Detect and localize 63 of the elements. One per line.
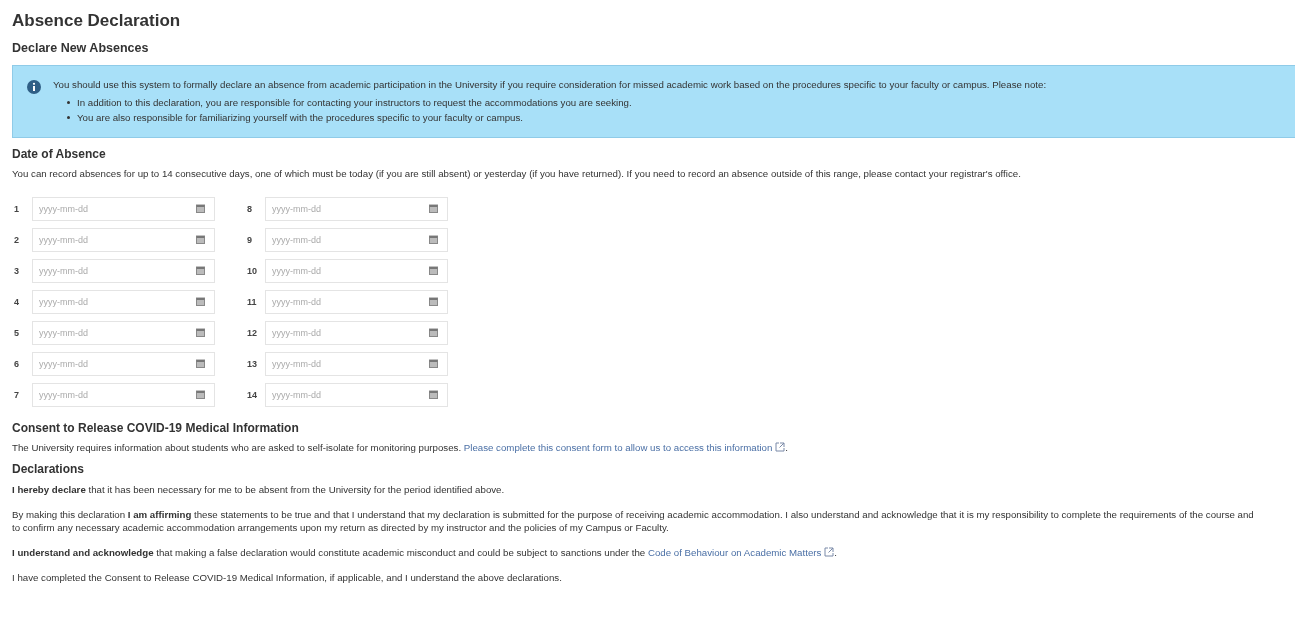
calendar-icon[interactable] [429,390,438,399]
consent-link[interactable]: Please complete this consent form to allow us to access this information [463,442,773,453]
row-number: 1 [14,204,20,214]
help-text: You can record absences for up to 14 consecutive days, one of which must be today (if you are still absent) or yesterday (if you have returned). If you need to record an absence outside of this range, please contact your registrar's office. [12,168,1022,179]
date-field[interactable]: yyyy-mm-dd [32,290,215,314]
section-heading: Declarations [12,462,86,476]
row-number: 4 [14,297,20,307]
calendar-icon[interactable] [429,266,438,275]
date-field[interactable]: yyyy-mm-dd [32,352,215,376]
bullet-icon [67,116,70,119]
date-field[interactable]: yyyy-mm-dd [265,383,448,407]
bullet-text: In addition to this declaration, you are responsible for contacting your instructors to request the accommodations you are seeking. [77,97,632,108]
date-field[interactable]: yyyy-mm-dd [32,197,215,221]
date-field[interactable]: yyyy-mm-dd [265,321,448,345]
date-field[interactable]: yyyy-mm-dd [265,259,448,283]
date-field[interactable]: yyyy-mm-dd [265,197,448,221]
date-field[interactable]: yyyy-mm-dd [265,290,448,314]
consent-text: The University requires information about students who are asked to self-isolate for monitoring purposes. Please complete this consent form to allow us to access this information . [12,442,789,453]
date-field[interactable]: yyyy-mm-dd [32,383,215,407]
section-heading: Consent to Release COVID-19 Medical Information [12,421,300,435]
row-number: 8 [247,204,253,214]
bullet-text: You are also responsible for familiarizing yourself with the procedures specific to your faculty or campus. [77,112,524,123]
date-field[interactable]: yyyy-mm-dd [32,228,215,252]
row-number: 9 [247,235,253,245]
row-number: 5 [14,328,20,338]
calendar-icon[interactable] [196,390,205,399]
info-text: You should use this system to formally declare an absence from academic participation in the University if you require consideration for missed academic work based on the procedures specific to your faculty or campus. Please note: [53,79,1047,90]
calendar-icon[interactable] [429,204,438,213]
calendar-icon[interactable] [429,328,438,337]
calendar-icon[interactable] [429,235,438,244]
bullet-icon [67,101,70,104]
row-number: 14 [247,390,258,400]
declaration-text: I hereby declare that it has been necessary for me to be absent from the University for the period identified above. [12,483,506,497]
declaration-text: I have completed the Consent to Release COVID-19 Medical Information, if applicable, and I understand the above declarations. [12,571,563,585]
calendar-icon[interactable] [196,235,205,244]
section-heading: Declare New Absences [12,41,150,55]
declaration-text: I understand and acknowledge that making a false declaration would constitute academic misconduct and could be subject to sanctions under the Code of Behaviour on Academic Matters . [12,546,839,560]
calendar-icon[interactable] [429,359,438,368]
section-heading: Date of Absence [12,147,107,161]
row-number: 6 [14,359,20,369]
row-number: 2 [14,235,20,245]
row-number: 13 [247,359,258,369]
calendar-icon[interactable] [196,204,205,213]
calendar-icon[interactable] [196,266,205,275]
info-icon [27,80,41,94]
calendar-icon[interactable] [196,359,205,368]
calendar-icon[interactable] [196,297,205,306]
policy-link[interactable]: Code of Behaviour on Academic Matters [647,547,822,559]
row-number: 10 [247,266,258,276]
row-number: 7 [14,390,20,400]
date-field[interactable]: yyyy-mm-dd [32,259,215,283]
declaration-text: By making this declaration I am affirming these statements to be true and that I understand that my declaration is submitted for the purpose of receiving academic accommodation. I also understand and acknowledge that it is my responsibility to complete the requirements of the course and to confirm any necessary academic accommodation arrangements upon my return as directed by my instructor and the policies of my Campus or Faculty. [12,508,1255,535]
external-link-icon [824,547,835,558]
calendar-icon[interactable] [429,297,438,306]
row-number: 11 [247,297,258,307]
row-number: 12 [247,328,258,338]
page-title: Absence Declaration [12,11,182,31]
date-field[interactable]: yyyy-mm-dd [265,228,448,252]
calendar-icon[interactable] [196,328,205,337]
row-number: 3 [14,266,20,276]
date-field[interactable]: yyyy-mm-dd [32,321,215,345]
date-field[interactable]: yyyy-mm-dd [265,352,448,376]
external-link-icon [775,442,786,452]
